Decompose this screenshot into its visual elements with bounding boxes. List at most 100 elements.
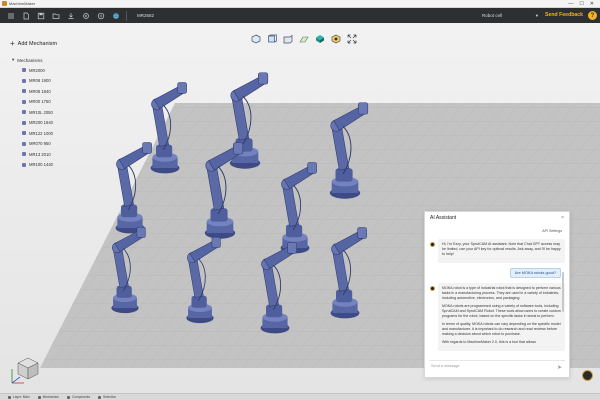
chat-input-placeholder: Send a message — [431, 364, 460, 368]
robot-icon — [22, 120, 26, 125]
robot-icon — [22, 68, 26, 73]
settings-icon[interactable] — [81, 11, 90, 20]
robot-icon — [22, 152, 26, 157]
status-text: Components — [71, 395, 91, 399]
chevron-down-icon: ▾ — [535, 12, 538, 18]
message-paragraph: MOKA robots are programmed using a varie… — [442, 304, 561, 319]
status-text: Mechanism — [42, 395, 59, 399]
api-settings-link[interactable]: API Settings — [542, 229, 562, 233]
list-item[interactable]: MR08 1840 — [22, 86, 95, 97]
shade-icon[interactable] — [314, 33, 325, 44]
close-window-button[interactable]: ✕ — [590, 1, 594, 7]
title-bar: MachineMaker — ☐ ✕ — [0, 0, 600, 8]
plus-icon: + — [10, 39, 15, 48]
open-folder-icon[interactable] — [51, 11, 60, 20]
chat-scrollbar[interactable] — [562, 272, 564, 312]
send-icon[interactable]: ➤ — [557, 364, 562, 371]
list-item[interactable]: MR100 1440 — [22, 160, 95, 171]
view-cube-icon[interactable] — [11, 357, 39, 384]
add-mechanism-button[interactable]: + Add Mechanism — [10, 40, 95, 48]
save-icon[interactable] — [36, 11, 45, 20]
mechanism-name: MR2000 — [29, 67, 45, 73]
window-controls: — ☐ ✕ — [568, 1, 594, 7]
wireframe-icon[interactable] — [330, 33, 341, 44]
assistant-message: Hi, I'm Ezzy, your SprutCAM AI assistant… — [430, 239, 565, 264]
status-bar: Layer: Main Mechanism Components Selecti… — [0, 393, 600, 400]
project-tab[interactable]: MR2582 — [137, 13, 154, 18]
selection-icon — [98, 395, 102, 399]
assistant-avatar — [430, 242, 435, 247]
mechanism-name: MR08 1900 — [29, 78, 51, 84]
list-item[interactable]: MR070 950 — [22, 139, 95, 150]
chat-input[interactable]: Send a message ➤ — [429, 360, 565, 371]
list-item[interactable]: MR13 2010 — [22, 149, 95, 160]
assistant-avatar — [430, 286, 435, 292]
user-message: Are MOKA robots good? — [430, 268, 561, 279]
main-toolbar: MR2582 Robot cell ▾ Send Feedback ? — [0, 8, 600, 23]
ai-assistant-title: AI Assistant — [430, 215, 457, 221]
grid-plane-icon[interactable] — [298, 33, 309, 44]
status-text: Selection — [103, 395, 117, 399]
side-view-icon[interactable] — [282, 33, 293, 44]
fit-view-icon[interactable] — [346, 33, 357, 44]
robot-cell-label: Robot cell — [482, 13, 503, 18]
send-feedback-button[interactable]: Send Feedback — [545, 12, 583, 18]
message-bubble: MOKA robot is a type of industrial robot… — [438, 283, 565, 352]
list-item[interactable]: MR00 1750 — [22, 97, 95, 108]
robot-icon — [22, 110, 26, 115]
mechanism-name: MR10L 2050 — [29, 109, 53, 115]
list-item[interactable]: MR200 1840 — [22, 118, 95, 129]
mechanisms-section-toggle[interactable]: ▾ Mechanisms — [12, 57, 95, 63]
mechanism-panel: + Add Mechanism ▾ Mechanisms MR2000 MR08… — [10, 40, 95, 170]
mechanism-list: MR2000 MR08 1900 MR08 1840 MR00 1750 MR1… — [22, 65, 95, 170]
iso-view-icon[interactable] — [250, 33, 261, 44]
plugin-icon[interactable] — [96, 11, 105, 20]
user-message-text: Are MOKA robots good? — [509, 268, 561, 279]
add-mechanism-label: Add Mechanism — [17, 41, 58, 47]
ai-assistant-header: AI Assistant × — [425, 212, 569, 224]
robot-icon — [22, 99, 26, 104]
robot-icon — [22, 78, 26, 83]
components-icon — [66, 395, 70, 399]
status-text: Layer: Main — [13, 395, 30, 399]
list-item[interactable]: MR08 1900 — [22, 76, 95, 87]
mechanism-icon — [37, 395, 41, 399]
list-item[interactable]: MR2000 — [22, 65, 95, 76]
front-view-icon[interactable] — [266, 33, 277, 44]
robot-icon — [22, 141, 26, 146]
mechanism-name: MR122 1000 — [29, 130, 53, 136]
message-paragraph: In terms of quality, MOKA robots can var… — [442, 322, 561, 337]
assistant-message: MOKA robot is a type of industrial robot… — [430, 283, 565, 352]
robot-icon — [22, 89, 26, 94]
mechanism-name: MR100 1440 — [29, 162, 53, 168]
status-item[interactable]: Layer: Main — [8, 395, 30, 399]
close-icon[interactable]: × — [561, 215, 564, 221]
import-icon[interactable] — [66, 11, 75, 20]
chevron-down-icon: ▾ — [12, 57, 15, 62]
mechanisms-section-label: Mechanisms — [17, 57, 43, 63]
message-bubble: Hi, I'm Ezzy, your SprutCAM AI assistant… — [438, 239, 565, 264]
message-text: Hi, I'm Ezzy, your SprutCAM AI assistant… — [442, 242, 561, 257]
ai-assistant-toggle-icon[interactable] — [582, 370, 593, 381]
mechanism-name: MR00 1750 — [29, 99, 51, 105]
status-item[interactable]: Selection — [98, 395, 116, 399]
list-item[interactable]: MR122 1000 — [22, 128, 95, 139]
new-file-icon[interactable] — [21, 11, 30, 20]
globe-icon[interactable] — [111, 11, 120, 20]
robot-icon — [22, 131, 26, 136]
mechanism-name: MR08 1840 — [29, 88, 51, 94]
list-item[interactable]: MR10L 2050 — [22, 107, 95, 118]
chat-history[interactable]: Hi, I'm Ezzy, your SprutCAM AI assistant… — [430, 239, 565, 363]
menu-icon[interactable] — [6, 11, 15, 20]
status-item[interactable]: Components — [66, 395, 91, 399]
minimize-button[interactable]: — — [568, 1, 573, 7]
layer-icon — [8, 395, 11, 399]
ai-assistant-panel: AI Assistant × API Settings Hi, I'm Ezzy… — [424, 211, 570, 378]
app-logo-icon — [2, 1, 7, 6]
toolbar-divider — [126, 10, 127, 21]
status-item[interactable]: Mechanism — [37, 395, 59, 399]
message-paragraph: MOKA robot is a type of industrial robot… — [442, 286, 561, 301]
help-icon[interactable]: ? — [588, 11, 597, 20]
robot-cell-dropdown[interactable]: Robot cell ▾ — [482, 11, 538, 20]
maximize-button[interactable]: ☐ — [579, 1, 583, 7]
